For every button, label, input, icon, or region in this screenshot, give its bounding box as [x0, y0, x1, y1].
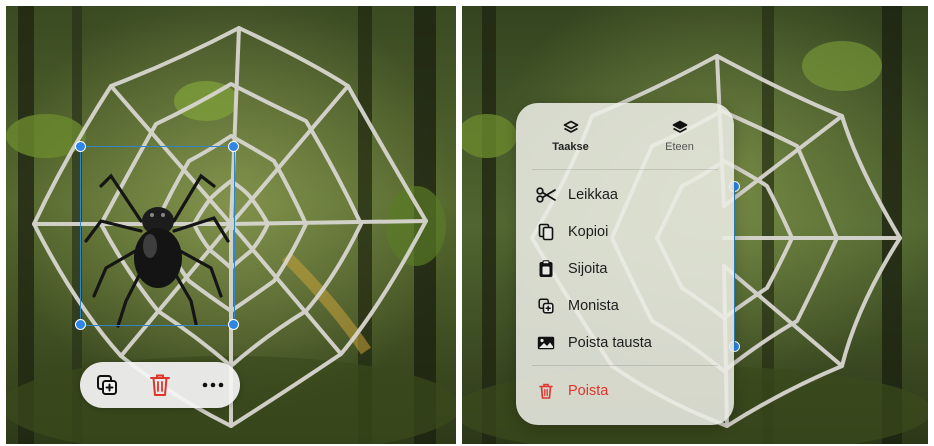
resize-handle-bottom-left[interactable]	[75, 319, 86, 330]
copy-icon	[538, 223, 554, 240]
layers-front-icon	[672, 120, 687, 133]
menu-item-label: Leikkaa	[568, 186, 618, 203]
ellipsis-icon	[203, 382, 224, 388]
trash-icon	[149, 374, 170, 396]
paste-icon	[539, 259, 553, 277]
more-button[interactable]	[196, 368, 230, 402]
selection-toolbar	[80, 362, 240, 408]
bring-forward-button[interactable]: Eteen	[625, 103, 734, 169]
layer-actions: Taakse Eteen	[516, 103, 734, 169]
menu-item-label: Poista tausta	[568, 334, 652, 351]
scissors-icon	[536, 186, 556, 203]
right-screen: Taakse Eteen Leikkaa Kopioi Sijoita Moni…	[462, 6, 928, 444]
menu-item-paste[interactable]: Sijoita	[516, 250, 734, 287]
menu-item-remove-background[interactable]: Poista tausta	[516, 324, 734, 361]
selection-box-edge	[734, 187, 735, 347]
send-backward-label: Taakse	[552, 140, 589, 153]
duplicate-icon	[538, 297, 554, 314]
menu-item-copy[interactable]: Kopioi	[516, 213, 734, 250]
left-screen	[6, 6, 456, 444]
trash-icon	[539, 383, 553, 399]
duplicate-button[interactable]	[90, 368, 124, 402]
resize-handle-top-right[interactable]	[228, 141, 239, 152]
menu-list: Leikkaa Kopioi Sijoita Monista Poista ta…	[516, 170, 734, 365]
layers-back-icon	[563, 120, 578, 133]
menu-item-duplicate[interactable]: Monista	[516, 287, 734, 324]
delete-button[interactable]	[143, 368, 177, 402]
menu-item-label: Kopioi	[568, 223, 609, 240]
menu-item-delete[interactable]: Poista	[516, 372, 734, 409]
image-icon	[537, 336, 555, 349]
resize-handle-bottom-right[interactable]	[228, 319, 239, 330]
resize-handle-top-left[interactable]	[75, 141, 86, 152]
menu-item-label: Sijoita	[568, 260, 608, 277]
menu-item-label: Poista	[568, 382, 609, 399]
send-backward-button[interactable]: Taakse	[516, 103, 625, 169]
duplicate-icon	[96, 375, 117, 395]
bring-forward-label: Eteen	[665, 140, 694, 153]
menu-item-label: Monista	[568, 297, 619, 314]
menu-danger-section: Poista	[516, 366, 734, 413]
menu-item-cut[interactable]: Leikkaa	[516, 176, 734, 213]
context-menu: Taakse Eteen Leikkaa Kopioi Sijoita Moni…	[516, 103, 734, 425]
selection-box[interactable]	[80, 146, 235, 326]
